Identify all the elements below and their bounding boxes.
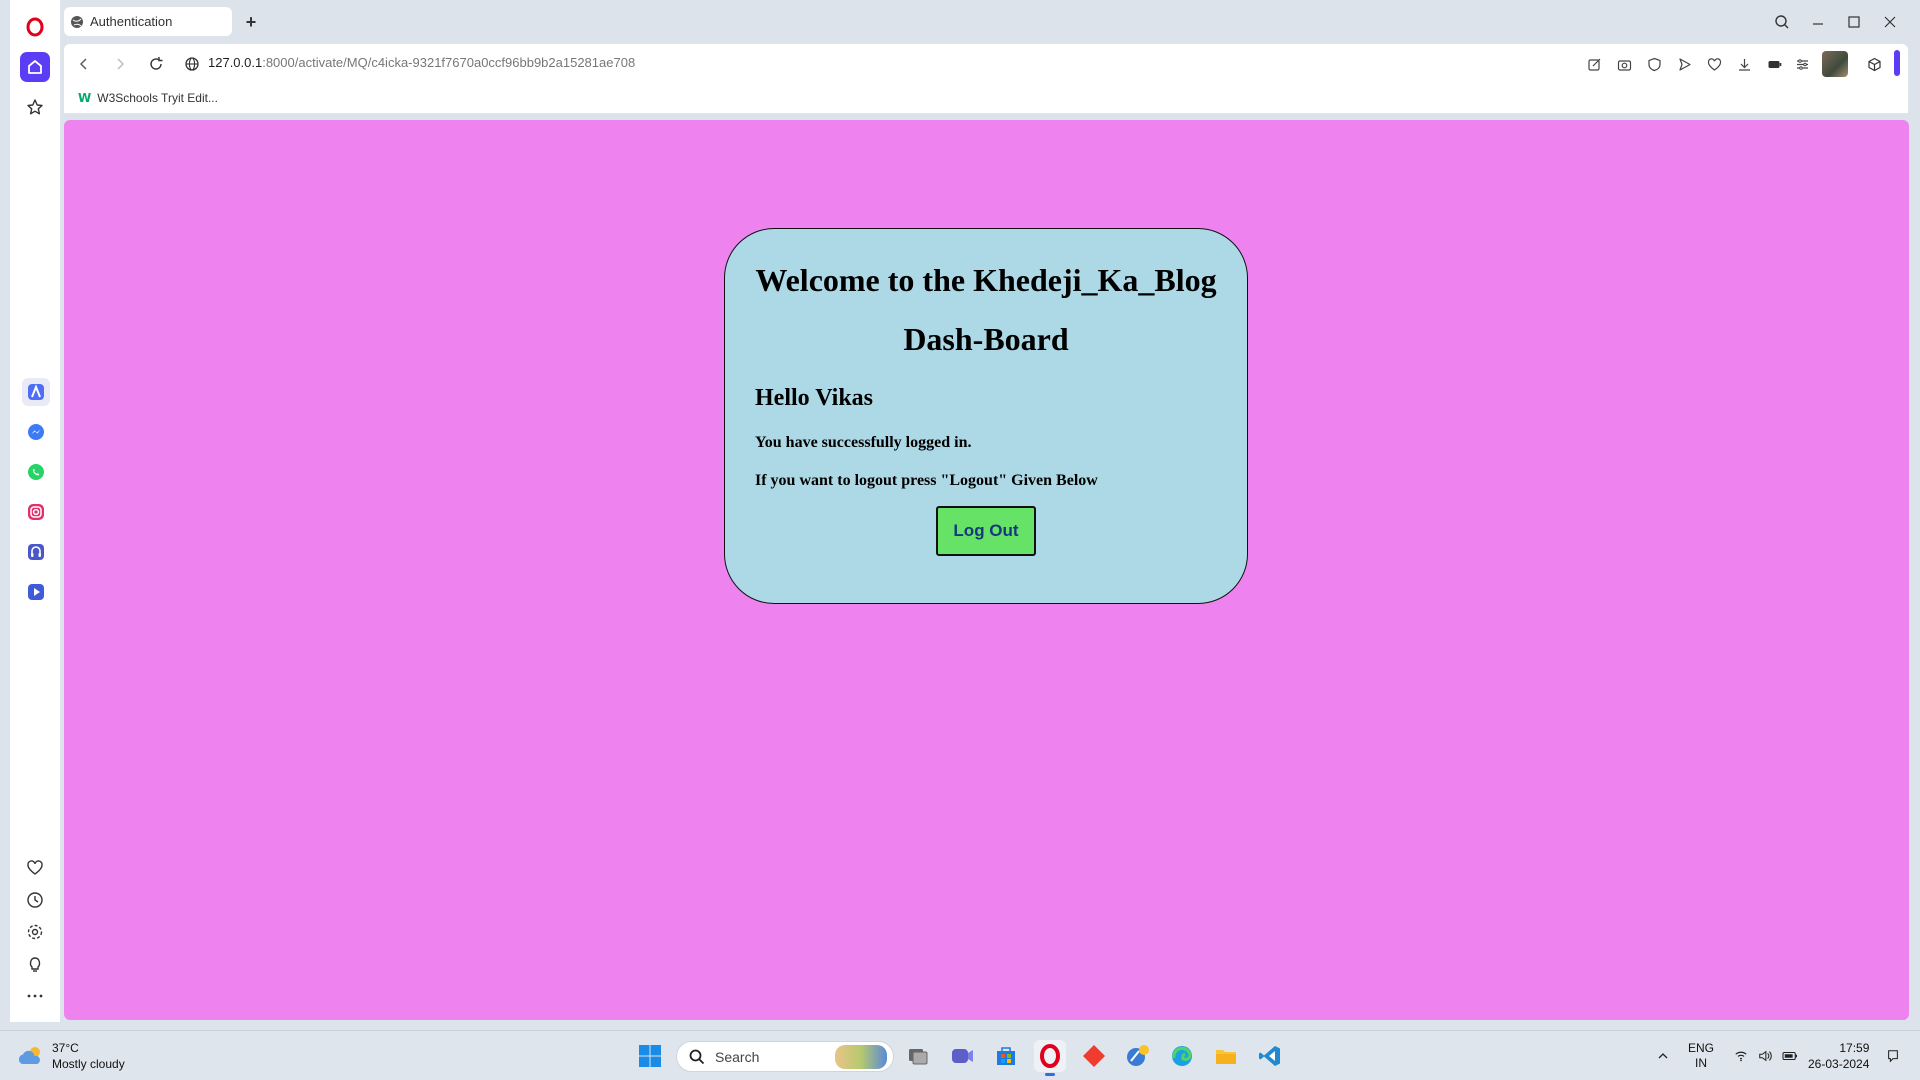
history-icon[interactable] [20, 885, 50, 915]
address-bar: 127.0.0.1:8000/activate/MQ/c4icka-9321f7… [64, 44, 1908, 84]
tab-title: Authentication [90, 14, 173, 29]
search-placeholder: Search [715, 1048, 760, 1065]
vscode-icon[interactable] [1254, 1040, 1286, 1072]
system-status-tray[interactable] [1734, 1031, 1798, 1080]
battery-icon [1782, 1051, 1797, 1061]
w3schools-favicon-icon: W [78, 91, 92, 105]
download-icon[interactable] [1734, 54, 1754, 74]
tab-strip: Authentication + [64, 0, 1920, 44]
opera-taskbar-icon[interactable] [1034, 1040, 1066, 1076]
language-code: ENG [1688, 1041, 1715, 1055]
new-tab-button[interactable]: + [240, 11, 262, 33]
instagram-icon[interactable] [22, 498, 50, 526]
edit-icon[interactable] [1584, 54, 1604, 74]
edge-browser-icon[interactable] [1166, 1040, 1198, 1072]
music-player-icon[interactable] [22, 538, 50, 566]
reload-button[interactable] [144, 52, 168, 76]
page-title: Welcome to the Khedeji_Ka_Blog Dash-Boar… [755, 262, 1217, 357]
git-diamond-icon[interactable] [1078, 1040, 1110, 1072]
easy-setup-icon[interactable] [1792, 54, 1812, 74]
more-options-icon[interactable] [20, 981, 50, 1011]
input-language-indicator[interactable]: ENG IN [1688, 1031, 1714, 1080]
settings-icon[interactable] [20, 917, 50, 947]
cloud-icon [18, 1047, 40, 1064]
dashboard-card: Welcome to the Khedeji_Ka_Blog Dash-Boar… [724, 228, 1248, 604]
camera-icon[interactable] [1614, 54, 1634, 74]
player-icon[interactable] [22, 578, 50, 606]
bookmarks-bar: W W3Schools Tryit Edit... [64, 84, 1908, 114]
workspaces-cube-icon[interactable] [1864, 54, 1884, 74]
volume-icon [1759, 1050, 1772, 1062]
teams-chat-icon[interactable] [946, 1040, 978, 1072]
url-path: :8000/activate/MQ/c4icka-9321f7670a0ccf9… [262, 55, 636, 70]
start-button[interactable] [634, 1040, 666, 1072]
weather-temperature: 37°C [52, 1041, 79, 1055]
globe-favicon-icon [71, 15, 83, 28]
lightbulb-icon[interactable] [20, 949, 50, 979]
tab-search-icon[interactable] [1764, 8, 1800, 36]
profile-avatar[interactable] [1822, 51, 1848, 77]
taskbar-search[interactable]: Search [676, 1041, 894, 1072]
search-icon [689, 1049, 705, 1064]
python-idle-icon[interactable] [1122, 1040, 1154, 1072]
wifi-icon [1735, 1051, 1747, 1062]
active-app-indicator [1045, 1073, 1055, 1076]
greeting: Hello Vikas [755, 385, 874, 411]
bookmark-w3schools[interactable]: W W3Schools Tryit Edit... [78, 91, 218, 105]
heart-icon[interactable] [20, 853, 50, 883]
back-button[interactable] [72, 52, 96, 76]
vpn-shield-icon[interactable] [1644, 54, 1664, 74]
pinboard-icon[interactable] [20, 92, 50, 122]
weather-widget[interactable]: 37°C Mostly cloudy [16, 1040, 125, 1072]
region-code: IN [1695, 1056, 1707, 1070]
opera-logo-icon[interactable] [20, 12, 50, 42]
weather-description: Mostly cloudy [52, 1057, 125, 1071]
search-highlight-image [835, 1045, 887, 1069]
page-viewport: Welcome to the Khedeji_Ka_Blog Dash-Boar… [64, 120, 1909, 1020]
home-icon[interactable] [20, 52, 50, 82]
notifications-icon[interactable] [1886, 1031, 1900, 1080]
login-success-message: You have successfully logged in. [755, 434, 972, 451]
browser-sidebar [0, 0, 64, 1030]
favorite-heart-icon[interactable] [1704, 54, 1724, 74]
logout-button[interactable]: Log Out [936, 506, 1036, 556]
file-explorer-icon[interactable] [1210, 1040, 1242, 1072]
aria-ai-icon[interactable] [22, 378, 50, 406]
clock-date: 26-03-2024 [1808, 1057, 1870, 1071]
clock-time: 17:59 [1839, 1041, 1870, 1055]
task-view-icon[interactable] [902, 1040, 934, 1072]
maximize-button[interactable] [1836, 8, 1872, 36]
site-info-icon[interactable] [180, 52, 204, 76]
logout-instruction: If you want to logout press "Logout" Giv… [755, 472, 1098, 489]
messenger-icon[interactable] [22, 418, 50, 446]
close-window-button[interactable] [1872, 8, 1908, 36]
taskbar: 37°C Mostly cloudy Search ENG IN 17:59 2… [0, 1030, 1920, 1080]
whatsapp-icon[interactable] [22, 458, 50, 486]
sidebar-toggle-indicator[interactable] [1894, 50, 1900, 76]
battery-saver-icon[interactable] [1764, 54, 1784, 74]
microsoft-store-icon[interactable] [990, 1040, 1022, 1072]
system-clock[interactable]: 17:59 26-03-2024 [1808, 1031, 1869, 1080]
bookmark-label: W3Schools Tryit Edit... [97, 91, 218, 105]
url-field[interactable]: 127.0.0.1:8000/activate/MQ/c4icka-9321f7… [208, 55, 635, 70]
tab-authentication[interactable]: Authentication [64, 7, 232, 36]
url-host: 127.0.0.1 [208, 55, 263, 70]
send-icon[interactable] [1674, 54, 1694, 74]
forward-button[interactable] [108, 52, 132, 76]
show-hidden-icons-button[interactable] [1656, 1031, 1670, 1080]
minimize-button[interactable] [1800, 8, 1836, 36]
